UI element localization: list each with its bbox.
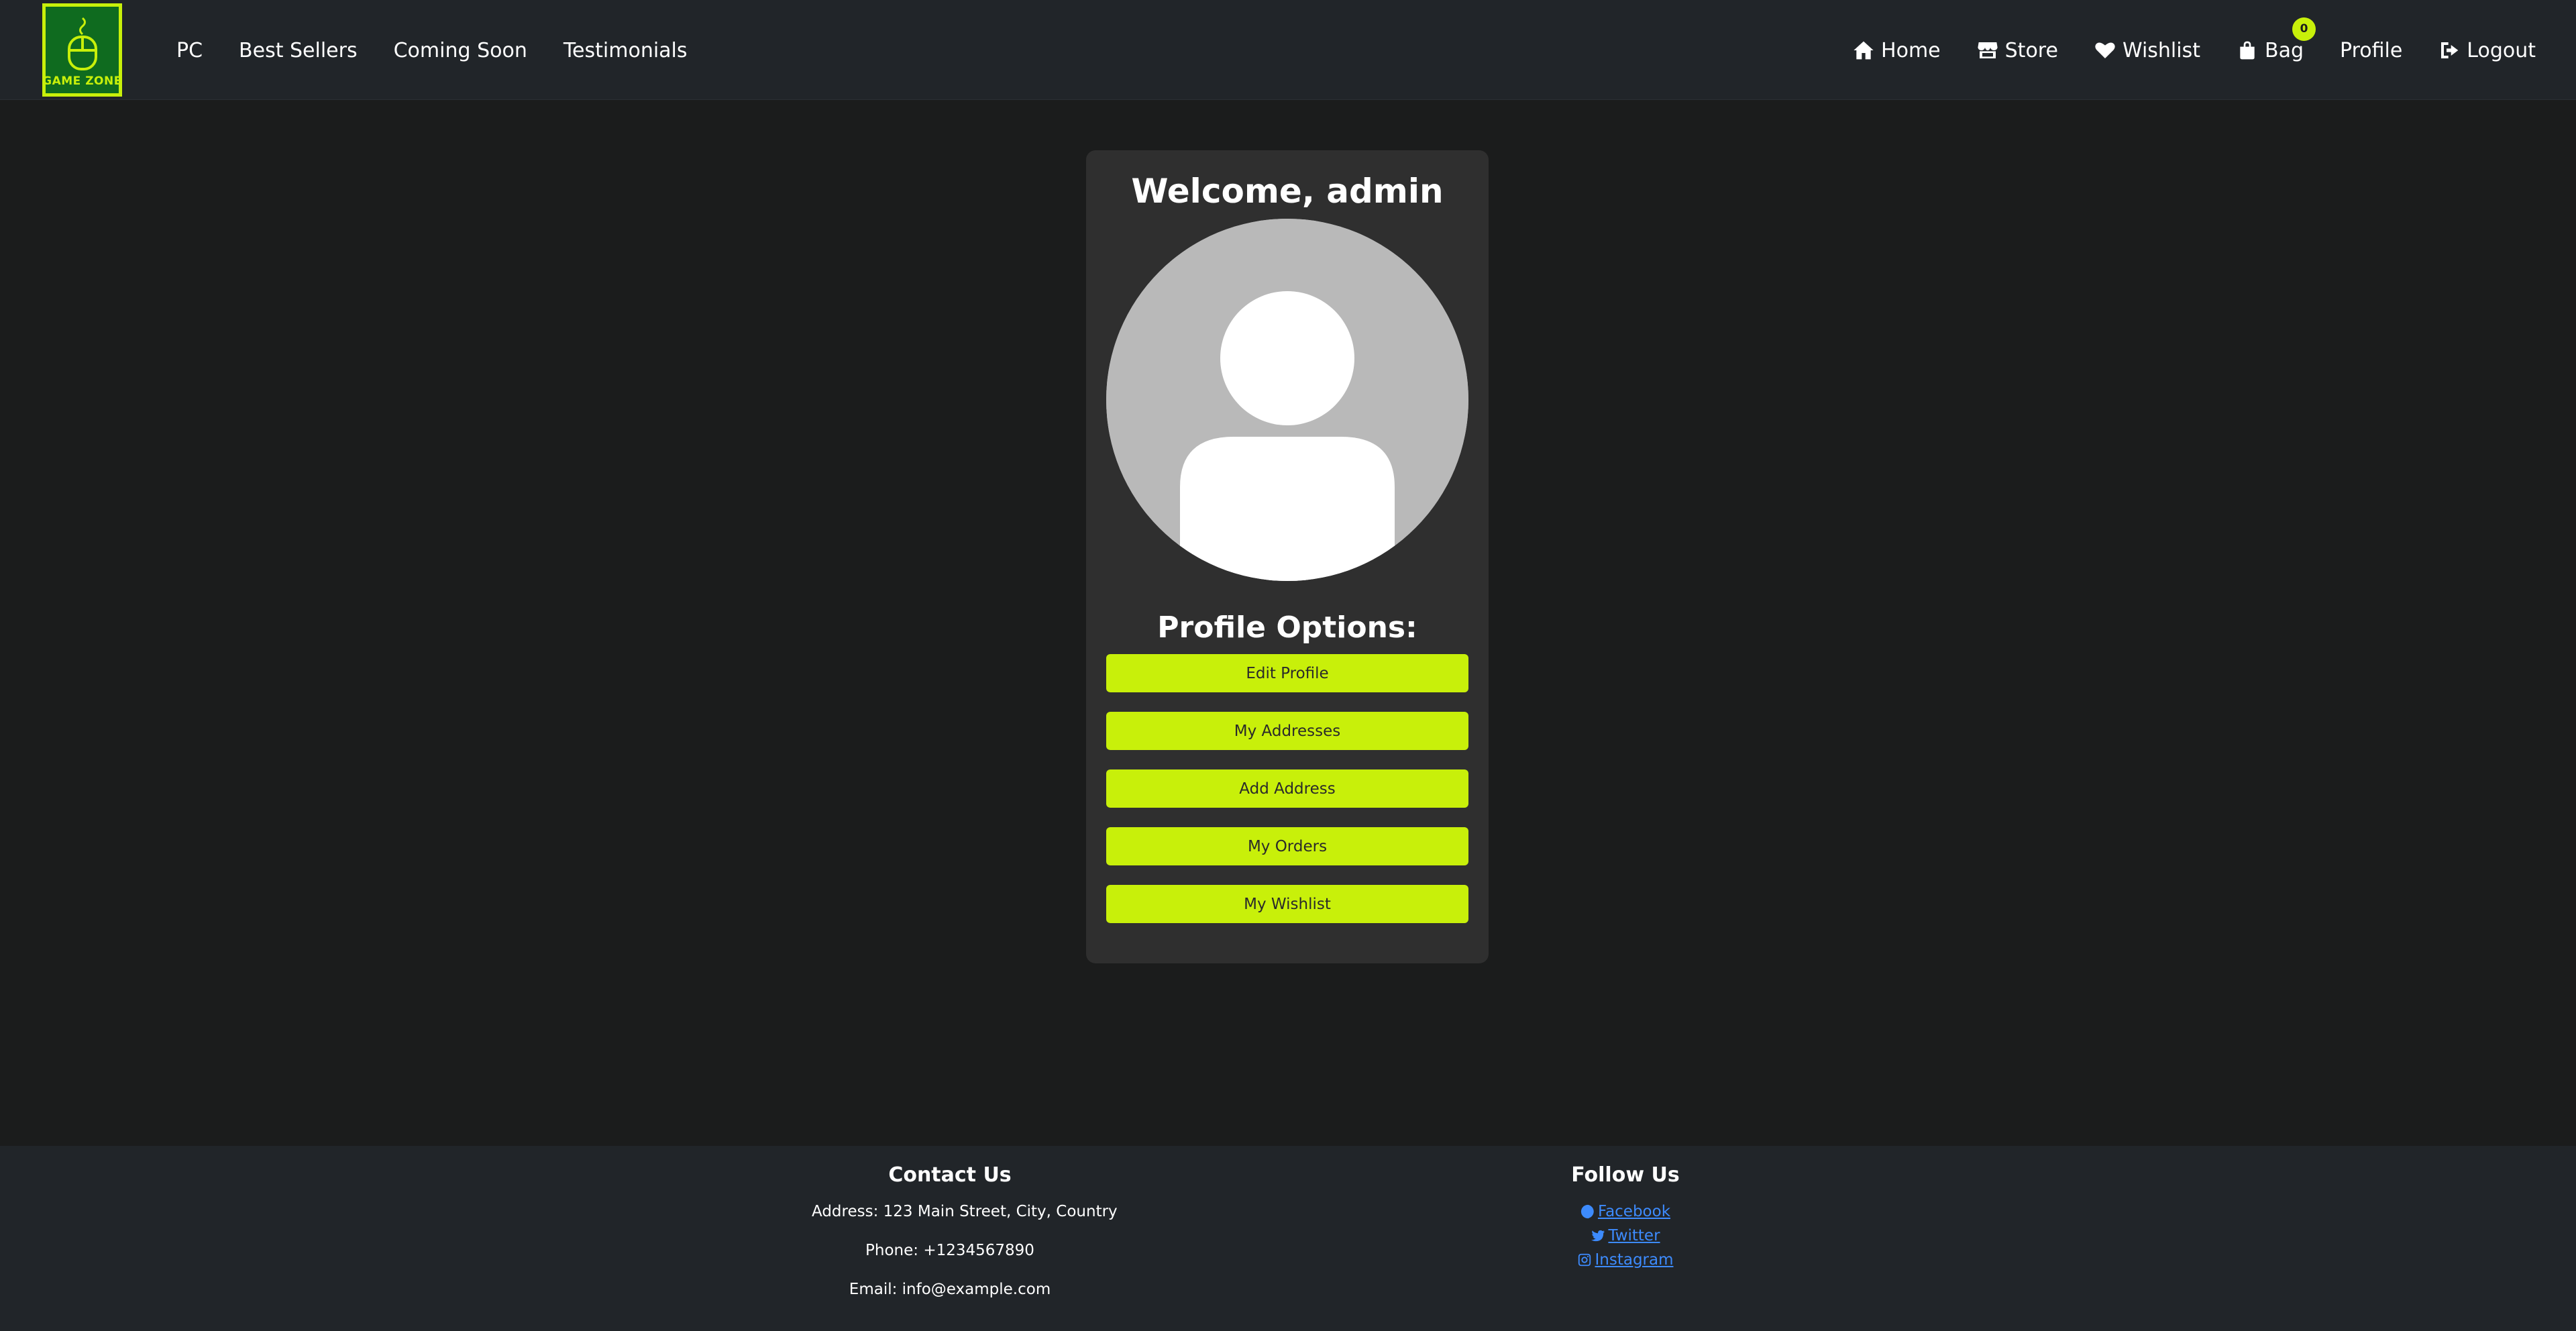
nav-link-home[interactable]: Home (1853, 39, 1941, 62)
store-icon (1977, 42, 1998, 58)
profile-card: Welcome, admin Profile Options: Edit Pro… (1086, 150, 1489, 963)
nav-link-store[interactable]: Store (1977, 39, 2058, 62)
facebook-label: Facebook (1597, 1203, 1671, 1220)
home-icon (1854, 41, 1874, 60)
facebook-link[interactable]: Facebook (1556, 1203, 1695, 1220)
nav-left: PC Best Sellers Coming Soon Testimonials (176, 34, 688, 67)
nav-link-profile[interactable]: Profile (2340, 39, 2402, 62)
nav-link-wishlist[interactable]: Wishlist (2094, 39, 2200, 62)
user-avatar-icon (1106, 219, 1468, 581)
gamepad-icon (67, 17, 97, 70)
nav-right: Home Store Wishlist Bag 0 Profile Logout (1853, 17, 2536, 67)
contact-phone: Phone: +1234567890 (865, 1242, 1034, 1259)
my-wishlist-button[interactable]: My Wishlist (1106, 885, 1468, 923)
bag-icon (2240, 41, 2255, 60)
follow-section: Follow Us Facebook Twitter Instagram (1556, 1163, 1695, 1275)
nav-logout-label: Logout (2467, 38, 2536, 62)
instagram-link[interactable]: Instagram (1556, 1251, 1695, 1269)
follow-title: Follow Us (1571, 1163, 1680, 1187)
nav-home-label: Home (1881, 38, 1941, 62)
contact-email: Email: info@example.com (849, 1281, 1051, 1298)
instagram-label: Instagram (1595, 1251, 1674, 1269)
contact-address: Address: 123 Main Street, City, Country (812, 1203, 1118, 1220)
instagram-icon (1578, 1253, 1591, 1267)
nav-link-coming-soon[interactable]: Coming Soon (394, 39, 527, 62)
nav-wishlist-label: Wishlist (2122, 38, 2200, 62)
edit-profile-button[interactable]: Edit Profile (1106, 654, 1468, 692)
twitter-icon (1591, 1230, 1605, 1242)
contact-title: Contact Us (888, 1163, 1012, 1187)
my-addresses-button[interactable]: My Addresses (1106, 712, 1468, 750)
nav-link-testimonials[interactable]: Testimonials (564, 39, 688, 62)
brand-logo[interactable]: GAME ZONE (42, 3, 122, 97)
top-navbar: GAME ZONE PC Best Sellers Coming Soon Te… (0, 0, 2576, 100)
bag-count-badge: 0 (2292, 17, 2316, 41)
facebook-icon (1580, 1204, 1594, 1219)
twitter-label: Twitter (1608, 1227, 1660, 1244)
profile-options-title: Profile Options: (1157, 610, 1417, 645)
nav-store-label: Store (2004, 38, 2058, 62)
site-footer: Contact Us Address: 123 Main Street, Cit… (0, 1146, 2576, 1331)
logo-text: GAME ZONE (42, 74, 122, 88)
heart-icon (2095, 42, 2115, 58)
nav-link-bag[interactable]: Bag 0 (2237, 17, 2316, 62)
add-address-button[interactable]: Add Address (1106, 769, 1468, 808)
nav-link-best-sellers[interactable]: Best Sellers (239, 39, 358, 62)
logout-icon (2441, 42, 2459, 58)
nav-link-pc[interactable]: PC (176, 39, 203, 62)
contact-section: Contact Us Address: 123 Main Street, Cit… (812, 1163, 1118, 1320)
twitter-link[interactable]: Twitter (1556, 1227, 1695, 1244)
avatar (1106, 219, 1468, 581)
nav-link-logout[interactable]: Logout (2438, 39, 2536, 62)
my-orders-button[interactable]: My Orders (1106, 827, 1468, 865)
welcome-heading: Welcome, admin (1131, 172, 1444, 211)
nav-bag-label: Bag (2264, 38, 2304, 62)
